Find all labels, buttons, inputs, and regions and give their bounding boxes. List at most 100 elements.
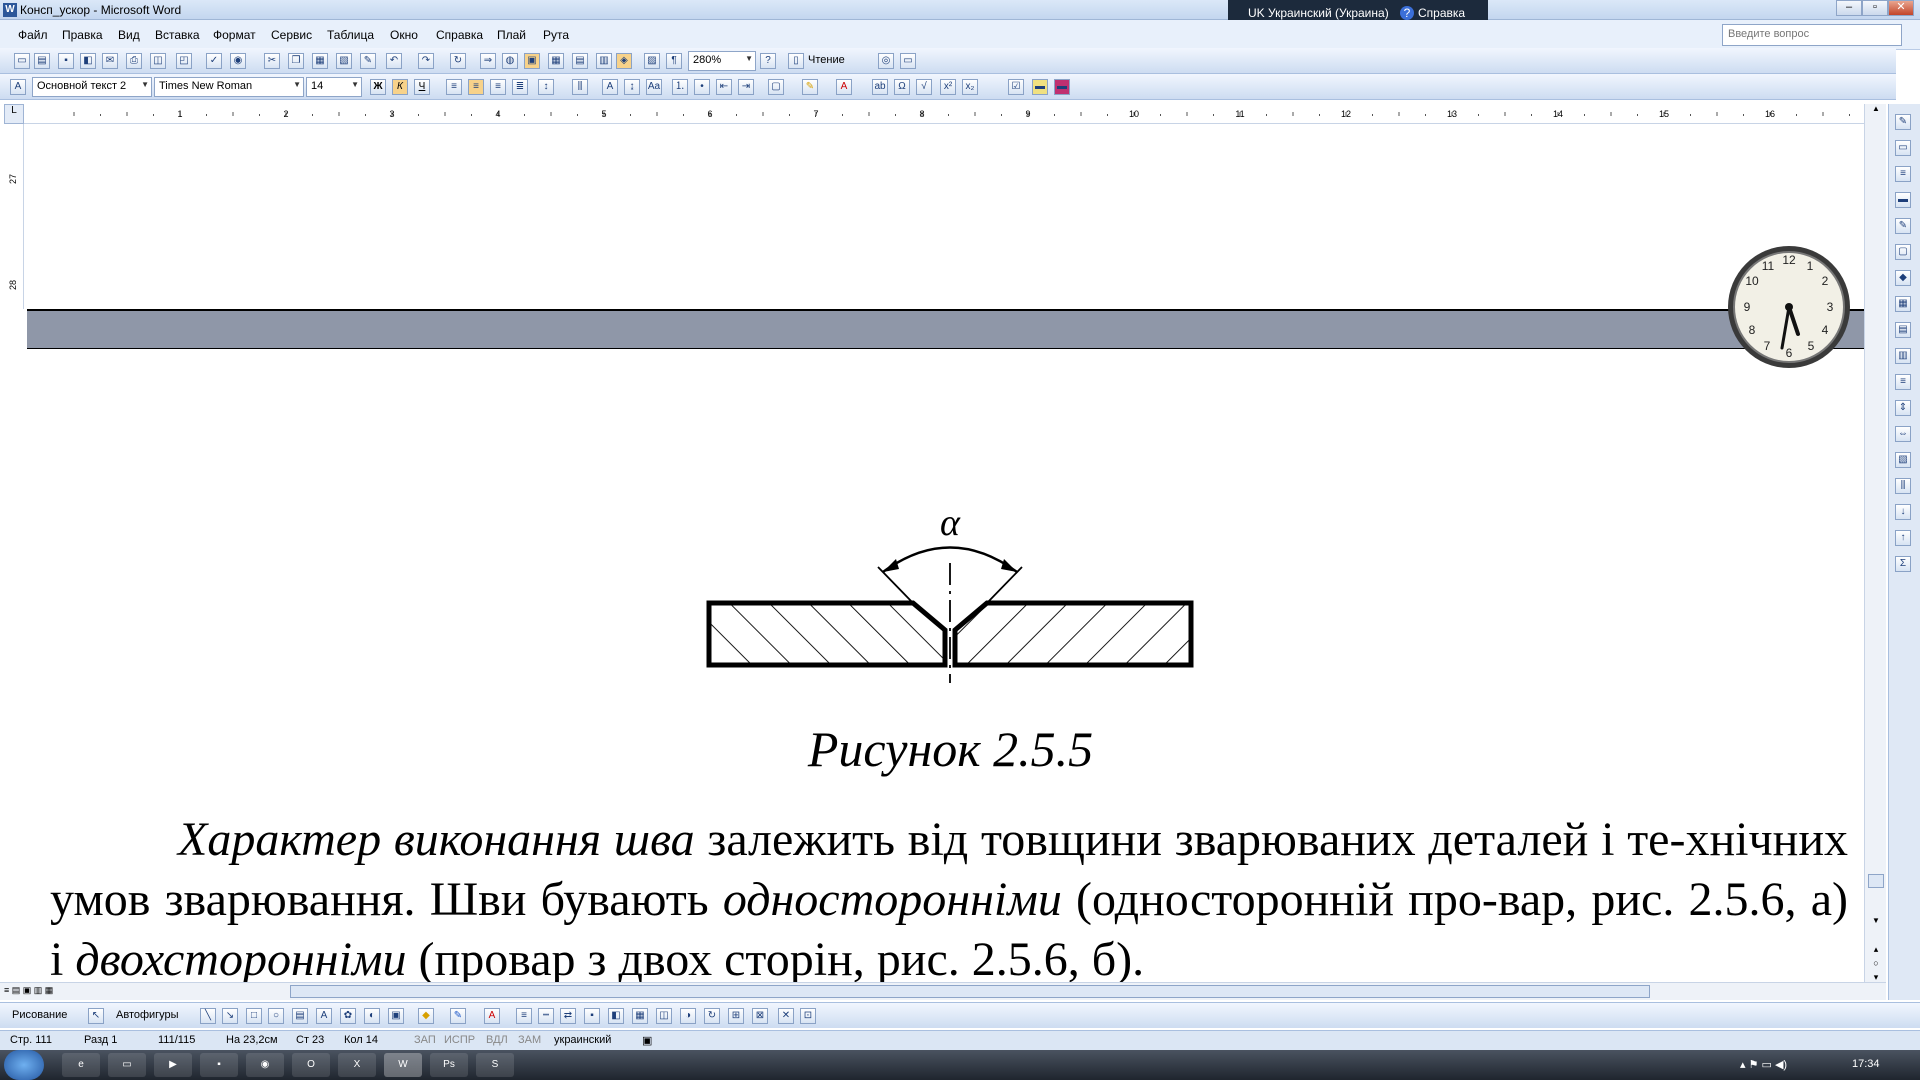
numbering-icon[interactable]: ⒈ — [672, 79, 688, 95]
clipart-icon[interactable]: ◐ — [364, 1008, 380, 1024]
distribute-rows-icon[interactable]: ⇕ — [1895, 400, 1911, 416]
line-color-icon[interactable]: ✎ — [450, 1008, 466, 1024]
taskbar-opera-icon[interactable]: O — [292, 1053, 330, 1077]
justify-icon[interactable]: ≣ — [512, 79, 528, 95]
ask-question-input[interactable]: Введите вопрос — [1722, 24, 1902, 46]
taskbar-photoshop-icon[interactable]: Ps — [430, 1053, 468, 1077]
canvas-icon[interactable]: ⊡ — [800, 1008, 816, 1024]
prev-page-icon[interactable]: ▴ — [1868, 944, 1884, 958]
taskbar-explorer-icon[interactable]: ▭ — [108, 1053, 146, 1077]
highlight-icon[interactable]: ✎ — [802, 79, 818, 95]
styles-icon[interactable]: A — [10, 79, 26, 95]
email-icon[interactable]: ✉ — [102, 53, 118, 69]
magenta-mark-icon[interactable]: ▬ — [1054, 79, 1070, 95]
dash-style-icon[interactable]: ┅ — [538, 1008, 554, 1024]
tables-borders-icon[interactable]: ▣ — [524, 53, 540, 69]
picture-icon[interactable]: ▣ — [388, 1008, 404, 1024]
save-icon[interactable]: ▪ — [58, 53, 74, 69]
underline-button[interactable]: Ч — [414, 79, 430, 95]
line-weight-icon[interactable]: ▬ — [1895, 192, 1911, 208]
view-icon[interactable]: ▭ — [900, 53, 916, 69]
textbox-tool-icon[interactable]: ▤ — [292, 1008, 308, 1024]
distribute-cols-icon[interactable]: ⇔ — [1895, 426, 1911, 442]
text-style-icon[interactable]: A — [602, 79, 618, 95]
language-indicator[interactable]: UK Украинский (Украина) — [1248, 6, 1389, 20]
font-size-select[interactable]: 14 ▼ — [306, 77, 362, 97]
document-map-icon[interactable]: ▨ — [644, 53, 660, 69]
subscript-icon[interactable]: x₂ — [962, 79, 978, 95]
align-objects-icon[interactable]: ⊞ — [728, 1008, 744, 1024]
insert-table-icon[interactable]: ▦ — [548, 53, 564, 69]
italic-button[interactable]: К — [392, 79, 408, 95]
strikethrough-icon[interactable]: ab — [872, 79, 888, 95]
pen-color-icon[interactable]: ✎ — [1895, 218, 1911, 234]
align-cell-icon[interactable]: ≡ — [1895, 374, 1911, 390]
help-icon[interactable]: ? — [760, 53, 776, 69]
undo-icon[interactable]: ↶ — [386, 53, 402, 69]
style-select[interactable]: Основной текст 2 ▼ — [32, 77, 152, 97]
status-rec[interactable]: ЗАП — [414, 1034, 436, 1046]
omega-icon[interactable]: Ω — [894, 79, 910, 95]
autosum-icon[interactable]: Σ — [1895, 556, 1911, 572]
menu-insert[interactable]: Вставка — [155, 28, 200, 42]
arrow-tool-icon[interactable]: ↘ — [222, 1008, 238, 1024]
open-icon[interactable]: ▤ — [34, 53, 50, 69]
drawing-icon[interactable]: ◈ — [616, 53, 632, 69]
fill-color-icon[interactable]: ◆ — [418, 1008, 434, 1024]
copy-icon[interactable]: ❐ — [288, 53, 304, 69]
autoformat-icon[interactable]: ▧ — [1895, 452, 1911, 468]
drawing-menu[interactable]: Рисование — [12, 1009, 67, 1021]
select-objects-icon[interactable]: ↖ — [88, 1008, 104, 1024]
minimize-button[interactable]: – — [1836, 0, 1862, 16]
taskbar-save-icon[interactable]: ▪ — [200, 1053, 238, 1077]
menu-help[interactable]: Справка — [436, 28, 483, 42]
menu-view[interactable]: Вид — [118, 28, 140, 42]
taskbar-excel-icon[interactable]: X — [338, 1053, 376, 1077]
research-icon[interactable]: ◉ — [230, 53, 246, 69]
menu-tools[interactable]: Сервис — [271, 28, 312, 42]
shading-icon[interactable]: ◆ — [1895, 270, 1911, 286]
browse-object-icon[interactable]: ○ — [1868, 958, 1884, 972]
paste-icon[interactable]: ▦ — [312, 53, 328, 69]
cut-icon[interactable]: ✂ — [264, 53, 280, 69]
line-tool-icon[interactable]: ╲ — [200, 1008, 216, 1024]
tab-selector[interactable]: L — [4, 104, 24, 124]
scroll-up-icon[interactable]: ▲ — [1868, 104, 1884, 118]
equation-icon[interactable]: √ — [916, 79, 932, 95]
group-icon[interactable]: ▦ — [632, 1008, 648, 1024]
menu-file[interactable]: Файл — [18, 28, 48, 42]
status-extend[interactable]: ВДЛ — [486, 1034, 508, 1046]
status-track[interactable]: ИСПР — [444, 1034, 475, 1046]
help-label[interactable]: Справка — [1418, 6, 1465, 20]
grid-icon[interactable]: ⊠ — [752, 1008, 768, 1024]
hscroll-thumb[interactable] — [290, 985, 1650, 998]
restore-button[interactable]: ▫ — [1862, 0, 1888, 16]
menu-ruta[interactable]: Рута — [543, 28, 569, 42]
line-style-tool-icon[interactable]: ≡ — [516, 1008, 532, 1024]
borders-icon[interactable]: ▢ — [768, 79, 784, 95]
read-mode-icon[interactable]: ▯ — [788, 53, 804, 69]
merge-cells-icon[interactable]: ▤ — [1895, 322, 1911, 338]
rectangle-tool-icon[interactable]: □ — [246, 1008, 262, 1024]
paste-special-icon[interactable]: ▧ — [336, 53, 352, 69]
increase-indent-icon[interactable]: ⇥ — [738, 79, 754, 95]
redo-icon[interactable]: ↷ — [418, 53, 434, 69]
checkbox-icon[interactable]: ☑ — [1008, 79, 1024, 95]
bullets-icon[interactable]: • — [694, 79, 710, 95]
format-painter-icon[interactable]: ✎ — [360, 53, 376, 69]
text-direction-side-icon[interactable]: ⫼ — [1895, 478, 1911, 494]
track-changes-icon[interactable]: ✎ — [1895, 114, 1911, 130]
3d-style-icon[interactable]: ◧ — [608, 1008, 624, 1024]
bold-button[interactable]: Ж — [370, 79, 386, 95]
yellow-mark-icon[interactable]: ▬ — [1032, 79, 1048, 95]
oval-tool-icon[interactable]: ○ — [268, 1008, 284, 1024]
wordart-icon[interactable]: A — [316, 1008, 332, 1024]
preview-icon[interactable]: ◰ — [176, 53, 192, 69]
taskbar-media-icon[interactable]: ▶ — [154, 1053, 192, 1077]
scroll-thumb[interactable] — [1868, 874, 1884, 888]
print-icon[interactable]: ⎙ — [126, 53, 142, 69]
superscript-icon[interactable]: x² — [940, 79, 956, 95]
columns-format-icon[interactable]: ⫼ — [572, 79, 588, 95]
arrow-style-icon[interactable]: ⇄ — [560, 1008, 576, 1024]
align-center-icon[interactable]: ≡ — [468, 79, 484, 95]
